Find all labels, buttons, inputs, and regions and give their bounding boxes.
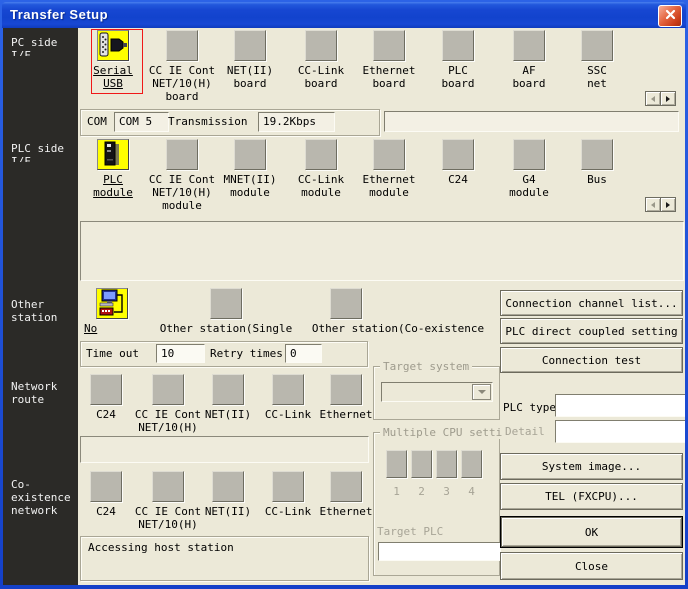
coexistence-c24-icon[interactable] bbox=[90, 471, 122, 502]
pc-if-ethernet-board-icon[interactable] bbox=[373, 30, 405, 61]
multiple-cpu-slot3-button bbox=[436, 450, 457, 478]
plc-if-g4-module-icon[interactable] bbox=[513, 139, 545, 170]
other-station-single-icon[interactable] bbox=[210, 288, 242, 319]
connection-channel-list-button[interactable]: Connection channel list... bbox=[500, 290, 683, 316]
scroll-right-icon bbox=[666, 96, 670, 102]
sidebar-label-network-route: Network route bbox=[11, 380, 57, 406]
connection-test-button[interactable]: Connection test bbox=[500, 347, 683, 373]
tel-fxcpu-button[interactable]: TEL (FXCPU)... bbox=[500, 483, 683, 510]
plc-if-c24-icon[interactable] bbox=[442, 139, 474, 170]
com-label: COM bbox=[87, 115, 107, 128]
target-system-label: Target system bbox=[380, 360, 472, 373]
status-box: Accessing host station bbox=[80, 536, 369, 581]
coexistence-net2-icon[interactable] bbox=[212, 471, 244, 502]
pc-if-serial-usb-icon[interactable] bbox=[97, 30, 129, 61]
target-plc-field bbox=[378, 542, 501, 561]
multiple-cpu-slot2-number: 2 bbox=[411, 485, 432, 498]
sidebar-label-pc-side: PC side I/F bbox=[11, 36, 57, 56]
timeout-label: Time out bbox=[86, 347, 139, 360]
other-station-label-single[interactable]: Other station(Single bbox=[136, 322, 316, 335]
detail-field bbox=[555, 420, 685, 443]
coexistence-cc-ie-cont-icon[interactable] bbox=[152, 471, 184, 502]
multiple-cpu-slot2-button bbox=[411, 450, 432, 478]
other-station-no-icon[interactable] bbox=[96, 288, 128, 319]
multiple-cpu-slot3-number: 3 bbox=[436, 485, 457, 498]
chevron-down-icon bbox=[478, 390, 486, 394]
pc-if-af-board-icon[interactable] bbox=[513, 30, 545, 61]
scroll-left-icon bbox=[651, 202, 655, 208]
network-route-c24-icon[interactable] bbox=[90, 374, 122, 405]
transfer-setup-dialog: Transfer Setup PC side I/F PLC side I/F … bbox=[0, 0, 688, 589]
network-route-net2-icon[interactable] bbox=[212, 374, 244, 405]
scroll-left-icon bbox=[651, 96, 655, 102]
target-system-dropdown-button bbox=[472, 384, 491, 400]
network-route-cclink-icon[interactable] bbox=[272, 374, 304, 405]
network-route-info-panel bbox=[80, 436, 369, 463]
com-port-field[interactable]: COM 5 bbox=[114, 112, 169, 132]
scroll-right-icon bbox=[666, 202, 670, 208]
other-station-coexistence-icon[interactable] bbox=[330, 288, 362, 319]
plc-if-label-bus[interactable]: Bus bbox=[552, 173, 642, 186]
coexistence-ethernet-icon[interactable] bbox=[330, 471, 362, 502]
other-station-label-no[interactable]: No bbox=[84, 322, 97, 335]
pc-if-net2-board-icon[interactable] bbox=[234, 30, 266, 61]
detail-label: Detail bbox=[505, 425, 545, 438]
sidebar-label-other-station: Other station bbox=[11, 298, 57, 324]
other-station-label-coexistence[interactable]: Other station(Co-existence bbox=[307, 322, 489, 335]
target-system-combobox bbox=[381, 382, 493, 402]
plc-if-cclink-module-icon[interactable] bbox=[305, 139, 337, 170]
plc-if-mnet2-module-icon[interactable] bbox=[234, 139, 266, 170]
plc-type-label: PLC type bbox=[503, 401, 556, 414]
plc-if-scroll-left-button bbox=[645, 197, 661, 212]
timeout-field[interactable]: 10 bbox=[156, 344, 205, 363]
pc-if-scroll-left-button bbox=[645, 91, 661, 106]
plc-if-bus-icon[interactable] bbox=[581, 139, 613, 170]
transmission-speed-field[interactable]: 19.2Kbps bbox=[258, 112, 335, 132]
retry-times-field[interactable]: 0 bbox=[285, 344, 322, 363]
pc-if-scroll-right-button[interactable] bbox=[660, 91, 676, 106]
close-button-dialog[interactable]: Close bbox=[500, 552, 683, 580]
interface-info-panel bbox=[80, 221, 684, 281]
section-sidebar: PC side I/F PLC side I/F Other station N… bbox=[3, 28, 78, 585]
sidebar-label-plc-side: PLC side I/F bbox=[11, 142, 64, 162]
pc-if-plc-board-icon[interactable] bbox=[442, 30, 474, 61]
ok-button[interactable]: OK bbox=[501, 517, 682, 547]
plc-direct-coupled-setting-button[interactable]: PLC direct coupled setting bbox=[500, 318, 683, 344]
dialog-body: PC side I/F PLC side I/F Other station N… bbox=[3, 28, 685, 585]
window-title: Transfer Setup bbox=[10, 7, 108, 22]
multiple-cpu-slot4-button bbox=[461, 450, 482, 478]
retry-times-label: Retry times bbox=[210, 347, 283, 360]
close-icon bbox=[665, 9, 676, 23]
coexistence-cclink-icon[interactable] bbox=[272, 471, 304, 502]
plc-if-plc-module-icon[interactable] bbox=[97, 139, 129, 170]
pc-if-cclink-board-icon[interactable] bbox=[305, 30, 337, 61]
plc-if-ethernet-module-icon[interactable] bbox=[373, 139, 405, 170]
network-route-cc-ie-cont-icon[interactable] bbox=[152, 374, 184, 405]
com-extra-bar bbox=[384, 111, 679, 132]
system-image-button[interactable]: System image... bbox=[500, 453, 683, 480]
window-titlebar: Transfer Setup bbox=[2, 2, 686, 28]
multiple-cpu-slot1-button bbox=[386, 450, 407, 478]
multiple-cpu-slot1-number: 1 bbox=[386, 485, 407, 498]
pc-if-ssc-net-icon[interactable] bbox=[581, 30, 613, 61]
close-button[interactable] bbox=[658, 5, 682, 27]
pc-if-cc-ie-cont-board-icon[interactable] bbox=[166, 30, 198, 61]
target-plc-label: Target PLC bbox=[377, 525, 443, 538]
transmission-label: Transmission bbox=[168, 115, 247, 128]
network-route-ethernet-icon[interactable] bbox=[330, 374, 362, 405]
multiple-cpu-label: Multiple CPU setting bbox=[380, 426, 503, 439]
status-message: Accessing host station bbox=[88, 541, 234, 554]
plc-if-scroll-right-button[interactable] bbox=[660, 197, 676, 212]
pc-if-label-ssc-net[interactable]: SSC net bbox=[552, 64, 642, 90]
plc-type-field bbox=[555, 394, 685, 417]
plc-if-cc-ie-cont-module-icon[interactable] bbox=[166, 139, 198, 170]
multiple-cpu-slot4-number: 4 bbox=[461, 485, 482, 498]
